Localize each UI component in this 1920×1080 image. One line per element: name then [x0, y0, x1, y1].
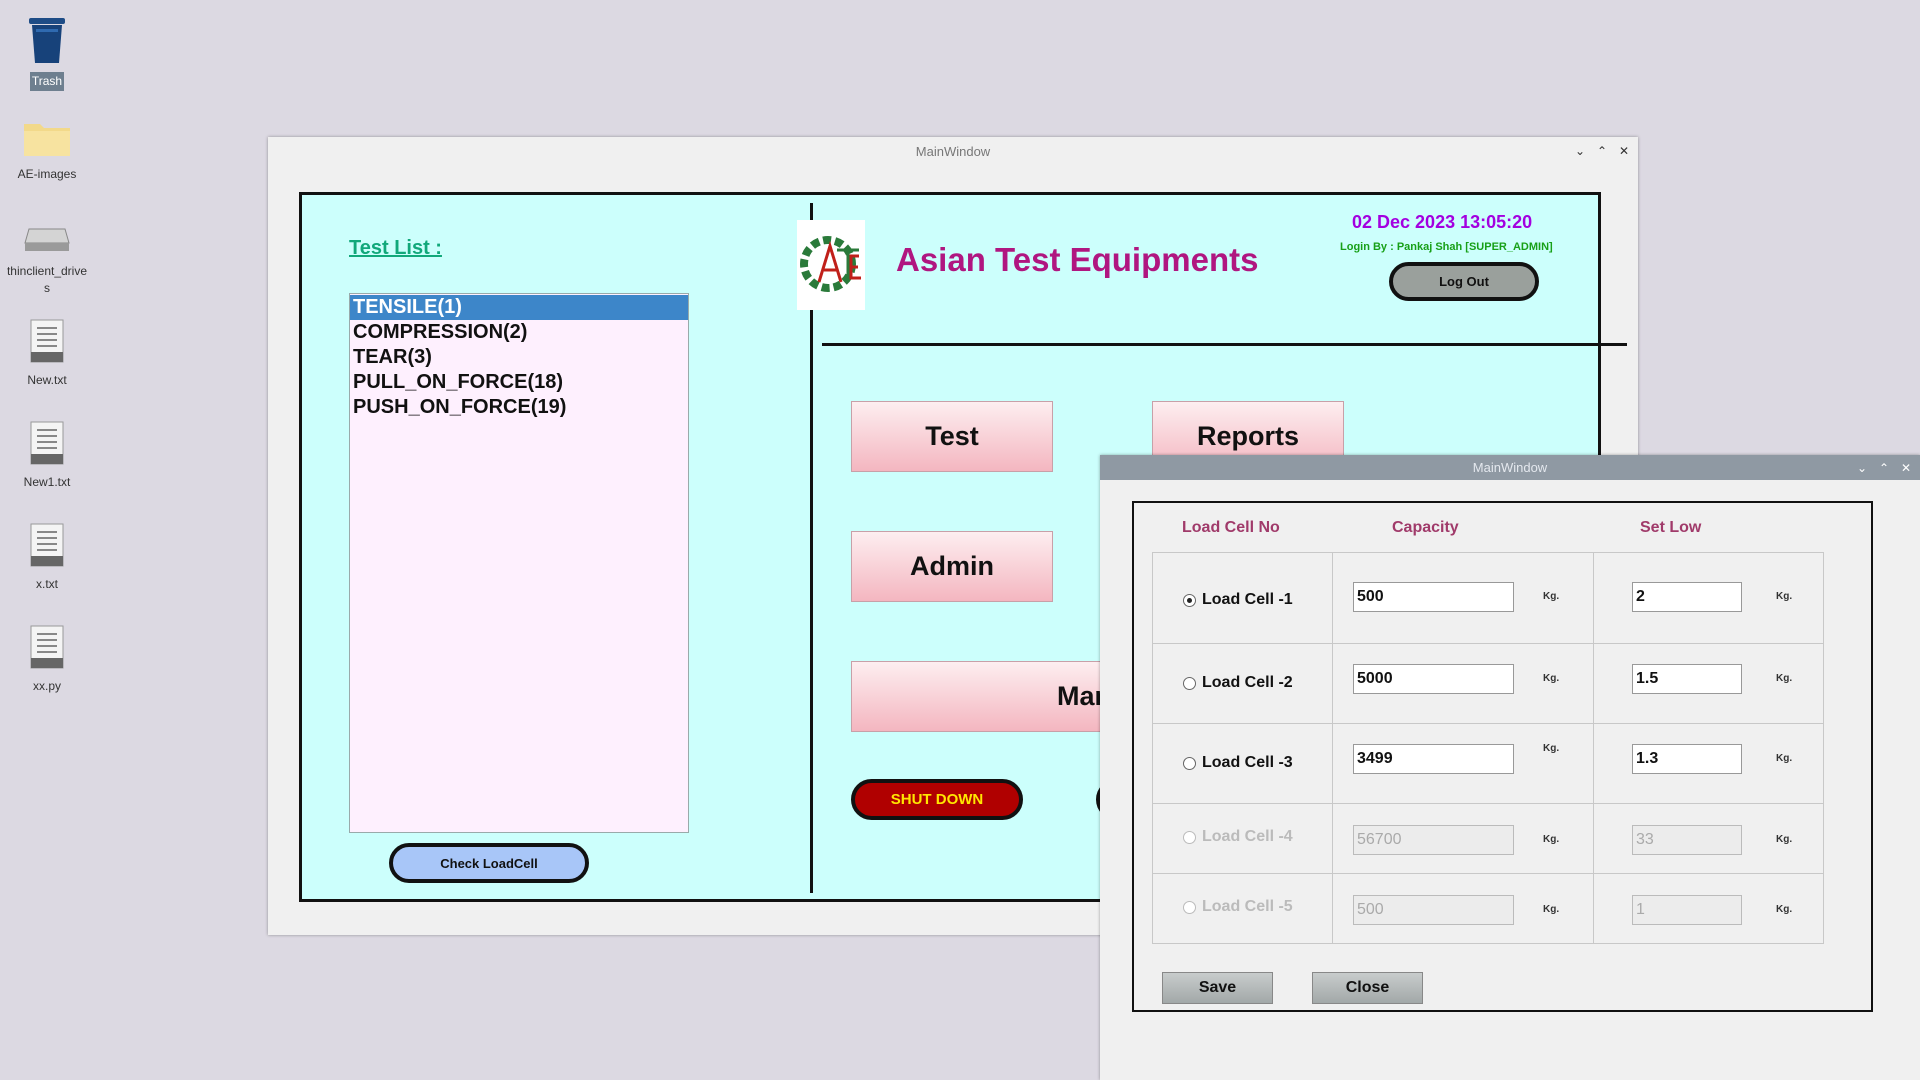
- loadcell-label: Load Cell -1: [1202, 591, 1293, 608]
- radio-button[interactable]: [1183, 756, 1196, 770]
- set-low-input[interactable]: 1: [1632, 895, 1742, 925]
- login-info: Login By : Pankaj Shah [SUPER_ADMIN]: [1340, 241, 1553, 253]
- capacity-input[interactable]: 3499: [1353, 744, 1514, 774]
- desktop-icon-x-txt[interactable]: x.txt: [2, 522, 92, 594]
- loadcell-label: Load Cell -5: [1202, 898, 1293, 915]
- loadcell-label: Load Cell -3: [1202, 754, 1293, 771]
- main-window-titlebar[interactable]: MainWindow ⌄ ⌃ ✕: [268, 137, 1638, 165]
- close-button[interactable]: Close: [1312, 972, 1423, 1004]
- test-list-item[interactable]: COMPRESSION(2): [350, 320, 688, 345]
- horizontal-divider: [822, 343, 1627, 346]
- loadcell-radio-option[interactable]: Load Cell -3: [1183, 754, 1293, 772]
- desktop-icon-new-txt[interactable]: New.txt: [2, 318, 92, 390]
- radio-button[interactable]: [1183, 593, 1196, 607]
- close-icon[interactable]: ✕: [1900, 461, 1912, 475]
- test-list-item[interactable]: PULL_ON_FORCE(18): [350, 370, 688, 395]
- loadcell-radio-option[interactable]: Load Cell -1: [1183, 591, 1293, 609]
- loadcell-label: Load Cell -4: [1202, 828, 1293, 845]
- minimize-icon[interactable]: ⌄: [1856, 461, 1868, 475]
- datetime-display: 02 Dec 2023 13:05:20: [1352, 212, 1533, 232]
- close-icon[interactable]: ✕: [1618, 144, 1630, 158]
- desktop-icon-label: AE-images: [17, 167, 77, 181]
- loadcell-panel: Load Cell No Capacity Set Low Load Cell …: [1132, 501, 1873, 1012]
- company-logo: [797, 220, 865, 310]
- unit-label: Kg.: [1776, 591, 1793, 602]
- company-name: Asian Test Equipments: [896, 241, 1259, 278]
- text-file-icon: [2, 522, 92, 571]
- set-low-input[interactable]: 1.5: [1632, 664, 1742, 694]
- capacity-input[interactable]: 500: [1353, 895, 1514, 925]
- loadcell-radio-option[interactable]: Load Cell -5: [1183, 898, 1293, 916]
- check-loadcell-button[interactable]: Check LoadCell: [389, 843, 589, 883]
- test-list-title: Test List :: [349, 237, 442, 259]
- capacity-input[interactable]: 500: [1353, 582, 1514, 612]
- unit-label: Kg.: [1776, 753, 1793, 764]
- loadcell-row: Load Cell -4 56700 Kg. 33 Kg.: [1153, 803, 1823, 873]
- trash-icon: [2, 15, 92, 68]
- unit-label: Kg.: [1543, 591, 1560, 602]
- radio-button[interactable]: [1183, 676, 1196, 690]
- script-file-icon: [2, 624, 92, 673]
- unit-label: Kg.: [1776, 673, 1793, 684]
- loadcell-row: Load Cell -5 500 Kg. 1 Kg.: [1153, 873, 1823, 943]
- test-list-item[interactable]: TEAR(3): [350, 345, 688, 370]
- loadcell-row: Load Cell -2 5000 Kg. 1.5 Kg.: [1153, 643, 1823, 723]
- loadcell-row: Load Cell -1 500 Kg. 2 Kg.: [1153, 553, 1823, 643]
- desktop-icon-new1-txt[interactable]: New1.txt: [2, 420, 92, 492]
- radio-button[interactable]: [1183, 900, 1196, 914]
- desktop-icon-xx-py[interactable]: xx.py: [2, 624, 92, 696]
- test-button[interactable]: Test: [851, 401, 1053, 472]
- desktop-icon-label: New.txt: [27, 373, 67, 387]
- capacity-input[interactable]: 5000: [1353, 664, 1514, 694]
- header-capacity: Capacity: [1392, 519, 1459, 536]
- set-low-input[interactable]: 2: [1632, 582, 1742, 612]
- unit-label: Kg.: [1776, 834, 1793, 845]
- desktop-icon-ae-images[interactable]: AE-images: [2, 118, 92, 184]
- test-listbox[interactable]: TENSILE(1) COMPRESSION(2) TEAR(3) PULL_O…: [349, 293, 689, 833]
- desktop-icon-label: x.txt: [35, 577, 58, 591]
- desktop-icon-label: New1.txt: [23, 475, 71, 489]
- window-title: MainWindow: [915, 143, 991, 159]
- loadcell-grid: Load Cell -1 500 Kg. 2 Kg. Load Cell -2 …: [1152, 552, 1824, 944]
- loadcell-radio-option[interactable]: Load Cell -4: [1183, 828, 1293, 846]
- header-load-cell-no: Load Cell No: [1182, 519, 1280, 536]
- unit-label: Kg.: [1543, 743, 1560, 754]
- unit-label: Kg.: [1543, 673, 1560, 684]
- minimize-icon[interactable]: ⌄: [1574, 144, 1586, 158]
- loadcell-row: Load Cell -3 3499 Kg. 1.3 Kg.: [1153, 723, 1823, 803]
- capacity-input[interactable]: 56700: [1353, 825, 1514, 855]
- shutdown-button[interactable]: SHUT DOWN: [851, 779, 1023, 820]
- loadcell-radio-option[interactable]: Load Cell -2: [1183, 674, 1293, 692]
- desktop-icon-trash[interactable]: Trash: [2, 15, 92, 91]
- test-list-item[interactable]: TENSILE(1): [350, 295, 688, 320]
- dialog-title: MainWindow: [1472, 460, 1548, 475]
- set-low-input[interactable]: 1.3: [1632, 744, 1742, 774]
- maximize-icon[interactable]: ⌃: [1878, 461, 1890, 475]
- desktop-icon-label: Trash: [29, 72, 65, 91]
- radio-button[interactable]: [1183, 830, 1196, 844]
- text-file-icon: [2, 318, 92, 367]
- admin-button[interactable]: Admin: [851, 531, 1053, 602]
- loadcell-label: Load Cell -2: [1202, 674, 1293, 691]
- loadcell-dialog: MainWindow ⌄ ⌃ ✕ Load Cell No Capacity S…: [1100, 455, 1920, 1080]
- desktop-icon-label: xx.py: [32, 679, 61, 693]
- drive-icon: [2, 225, 92, 258]
- unit-label: Kg.: [1776, 904, 1793, 915]
- unit-label: Kg.: [1543, 834, 1560, 845]
- dialog-titlebar[interactable]: MainWindow ⌄ ⌃ ✕: [1100, 455, 1920, 480]
- folder-icon: [2, 118, 92, 161]
- save-button[interactable]: Save: [1162, 972, 1273, 1004]
- unit-label: Kg.: [1543, 904, 1560, 915]
- set-low-input[interactable]: 33: [1632, 825, 1742, 855]
- desktop-icon-thinclient-drives[interactable]: thinclient_drives: [2, 225, 92, 298]
- desktop-icon-label: thinclient_drives: [6, 264, 88, 295]
- logout-button[interactable]: Log Out: [1389, 262, 1539, 301]
- text-file-icon: [2, 420, 92, 469]
- test-list-item[interactable]: PUSH_ON_FORCE(19): [350, 395, 688, 420]
- maximize-icon[interactable]: ⌃: [1596, 144, 1608, 158]
- header-set-low: Set Low: [1640, 519, 1702, 536]
